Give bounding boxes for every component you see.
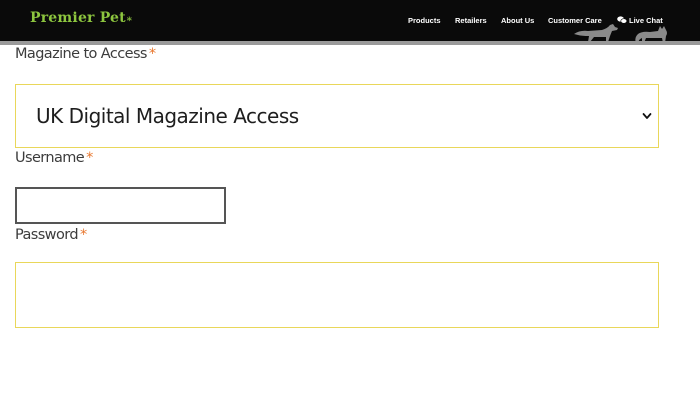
header-underline [0, 41, 700, 45]
nav-about-us[interactable]: About Us [501, 16, 534, 25]
nav-products[interactable]: Products [408, 16, 441, 25]
logo-text: Premier Pet [30, 10, 126, 26]
required-mark: * [86, 150, 93, 166]
password-label: Password * [15, 227, 87, 243]
logo-mark: ∗ [125, 14, 133, 25]
password-label-text: Password [15, 227, 79, 243]
magazine-select[interactable]: UK Digital Magazine Access [15, 84, 659, 148]
header-bar: Premier Pet∗ Products Retailers About Us… [0, 0, 700, 43]
username-label-text: Username [15, 150, 85, 166]
nav-retailers[interactable]: Retailers [455, 16, 487, 25]
chevron-down-icon [642, 113, 652, 119]
required-mark: * [79, 227, 87, 243]
magazine-select-value: UK Digital Magazine Access [36, 104, 299, 128]
magazine-label-text: Magazine to Access [15, 46, 147, 62]
required-mark: * [148, 46, 156, 62]
magazine-label: Magazine to Access * [15, 46, 156, 62]
password-input[interactable] [15, 262, 659, 328]
username-input[interactable] [15, 187, 226, 224]
username-label: Username * [15, 150, 93, 166]
brand-logo[interactable]: Premier Pet∗ [30, 10, 133, 26]
